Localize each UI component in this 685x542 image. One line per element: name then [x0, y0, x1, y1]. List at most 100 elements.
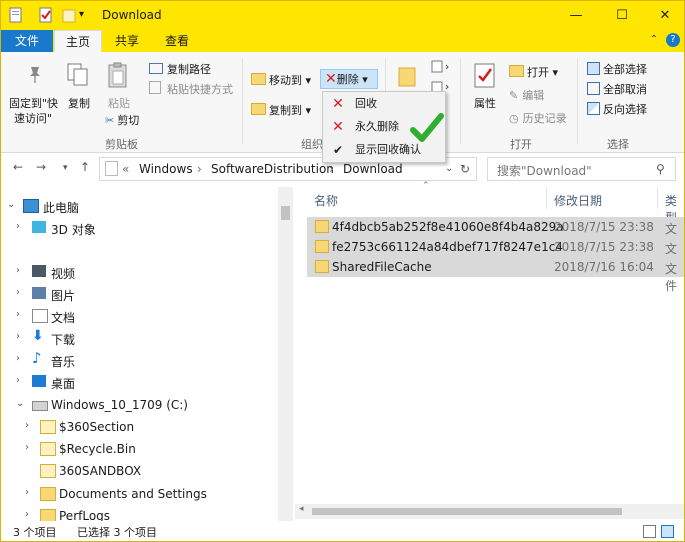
open-button[interactable]: 打开 ▾: [509, 64, 558, 80]
copy-to-button[interactable]: 复制到 ▾: [251, 102, 311, 118]
details-view-icon[interactable]: [643, 525, 656, 538]
delete-button[interactable]: ✕删除 ▾: [320, 69, 378, 89]
column-divider[interactable]: [657, 187, 658, 209]
help-icon[interactable]: ?: [666, 33, 680, 47]
maximize-button[interactable]: ☐: [599, 1, 645, 30]
collapsed-chevron-icon[interactable]: ›: [16, 309, 26, 320]
collapsed-chevron-icon[interactable]: ›: [25, 487, 35, 498]
open-folder-icon: [509, 65, 524, 77]
shortcut-folder-icon: [40, 487, 56, 501]
file-row[interactable]: fe2753c661124a84dbef717f8247e1c4 2018/7/…: [307, 237, 684, 273]
nav-label-this-pc: 此电脑: [43, 201, 80, 215]
breadcrumb-chevron-icon[interactable]: ›: [197, 162, 202, 176]
search-icon[interactable]: ⚲: [656, 162, 665, 176]
copy-path-label: 复制路径: [167, 63, 211, 76]
large-icons-view-icon[interactable]: [661, 525, 674, 538]
copy-path-button[interactable]: 复制路径: [149, 61, 211, 77]
expanded-chevron-icon[interactable]: ⌄: [16, 398, 26, 409]
tab-file[interactable]: 文件: [1, 30, 53, 52]
collapsed-chevron-icon[interactable]: ›: [16, 375, 26, 386]
nav-label-3d-objects: 3D 对象: [51, 223, 96, 237]
nav-pane-scrollbar[interactable]: [278, 187, 293, 521]
column-header-modified[interactable]: 修改日期: [554, 192, 602, 209]
tab-home[interactable]: 主页: [54, 30, 102, 52]
new-item-icon[interactable]: [431, 60, 451, 77]
collapsed-chevron-icon[interactable]: ›: [16, 265, 26, 276]
column-divider[interactable]: [546, 187, 547, 209]
copy-button[interactable]: 复制: [68, 95, 90, 111]
pin-to-quick-access-button[interactable]: 固定到"快: [9, 95, 58, 111]
scroll-left-icon[interactable]: ◂: [299, 504, 304, 514]
computer-icon: [23, 199, 39, 213]
edit-button[interactable]: ✎ 编辑: [509, 87, 544, 103]
collapsed-chevron-icon[interactable]: ›: [25, 509, 35, 520]
file-row[interactable]: 4f4dbcb5ab252f8e41060e8f4b4a829a 2018/7/…: [307, 217, 684, 253]
music-note-icon: ♪: [32, 349, 42, 367]
history-label: 历史记录: [522, 112, 567, 125]
back-button[interactable]: ←: [13, 160, 23, 174]
recent-locations-icon[interactable]: ▾: [63, 163, 68, 173]
file-list-horizontal-scrollbar[interactable]: ◂: [295, 504, 684, 519]
copy-path-icon: [149, 63, 163, 74]
search-input[interactable]: 搜索"Download": [497, 162, 592, 179]
collapsed-chevron-icon[interactable]: ›: [16, 221, 26, 232]
tab-view[interactable]: 查看: [159, 30, 195, 52]
collapsed-chevron-icon[interactable]: ›: [16, 331, 26, 342]
close-button[interactable]: ✕: [642, 1, 684, 30]
file-row[interactable]: SharedFileCache 2018/7/16 16:04 文件: [307, 257, 684, 293]
collapsed-chevron-icon[interactable]: ›: [16, 287, 26, 298]
move-to-button[interactable]: 移动到 ▾: [251, 72, 311, 88]
breadcrumb-softwaredistribution[interactable]: SoftwareDistribution: [211, 162, 334, 176]
customize-toolbar-icon[interactable]: ▾: [79, 9, 93, 25]
nav-label-pictures: 图片: [51, 289, 76, 303]
folder-icon: [315, 220, 329, 233]
folder-icon: [40, 420, 56, 434]
delete-dropdown-icon[interactable]: ▾: [362, 73, 368, 86]
search-box[interactable]: 搜索"Download" ⚲: [487, 157, 676, 181]
paste-button[interactable]: 粘贴: [108, 95, 130, 111]
column-header-name[interactable]: 名称: [314, 192, 338, 209]
invert-selection-button[interactable]: 反向选择: [587, 101, 647, 117]
status-bar: 3 个项目 已选择 3 个项目: [1, 521, 684, 541]
collapsed-chevron-icon[interactable]: ›: [25, 420, 35, 431]
address-overflow-icon[interactable]: «: [122, 162, 129, 176]
check-document-icon[interactable]: [39, 7, 53, 23]
new-folder-quick-icon[interactable]: [62, 7, 76, 23]
cut-label: 剪切: [117, 114, 140, 127]
minimize-button[interactable]: —: [553, 1, 599, 30]
properties-button[interactable]: 属性: [474, 95, 496, 111]
recycle-x-icon: ✕: [332, 96, 344, 112]
properties-quick-icon[interactable]: [9, 7, 23, 23]
tab-share[interactable]: 共享: [109, 30, 145, 52]
chevron-up-icon[interactable]: ⌃: [647, 33, 661, 47]
breadcrumb-windows[interactable]: Windows: [139, 162, 193, 176]
select-all-button[interactable]: 全部选择: [587, 61, 647, 77]
checkmark-icon: ✔: [332, 143, 344, 157]
refresh-icon[interactable]: ↻: [460, 162, 470, 176]
address-dropdown-icon[interactable]: ⌄: [445, 163, 453, 174]
breadcrumb-chevron-icon[interactable]: ›: [329, 162, 334, 176]
cut-button[interactable]: ✂ 剪切: [105, 112, 139, 128]
drive-icon: [32, 401, 48, 411]
select-none-button[interactable]: 全部取消: [587, 81, 647, 97]
collapsed-chevron-icon[interactable]: ›: [16, 353, 26, 364]
item-count: 3 个项目: [13, 526, 57, 539]
select-all-icon: [587, 62, 600, 75]
new-folder-icon[interactable]: [398, 64, 416, 91]
horizontal-scroll-thumb[interactable]: [312, 508, 622, 515]
paste-icon: [107, 61, 129, 92]
history-button[interactable]: ◷ 历史记录: [509, 110, 567, 126]
file-type: 文件: [665, 262, 678, 293]
nav-pane-scroll-thumb[interactable]: [281, 206, 290, 220]
file-name: fe2753c661124a84dbef717f8247e1c4: [332, 240, 563, 254]
collapsed-chevron-icon[interactable]: ›: [25, 442, 35, 453]
forward-button[interactable]: →: [36, 160, 46, 174]
expanded-chevron-icon[interactable]: ⌄: [7, 199, 17, 210]
up-button[interactable]: ↑: [80, 160, 90, 174]
menu-item-recycle[interactable]: ✕ 回收: [323, 93, 445, 115]
paste-shortcut-button[interactable]: 粘贴快捷方式: [149, 81, 233, 97]
pictures-icon: [32, 287, 46, 299]
breadcrumb-download[interactable]: Download: [343, 162, 403, 176]
address-folder-icon: [105, 161, 118, 176]
nav-label-360section: $360Section: [59, 420, 135, 434]
